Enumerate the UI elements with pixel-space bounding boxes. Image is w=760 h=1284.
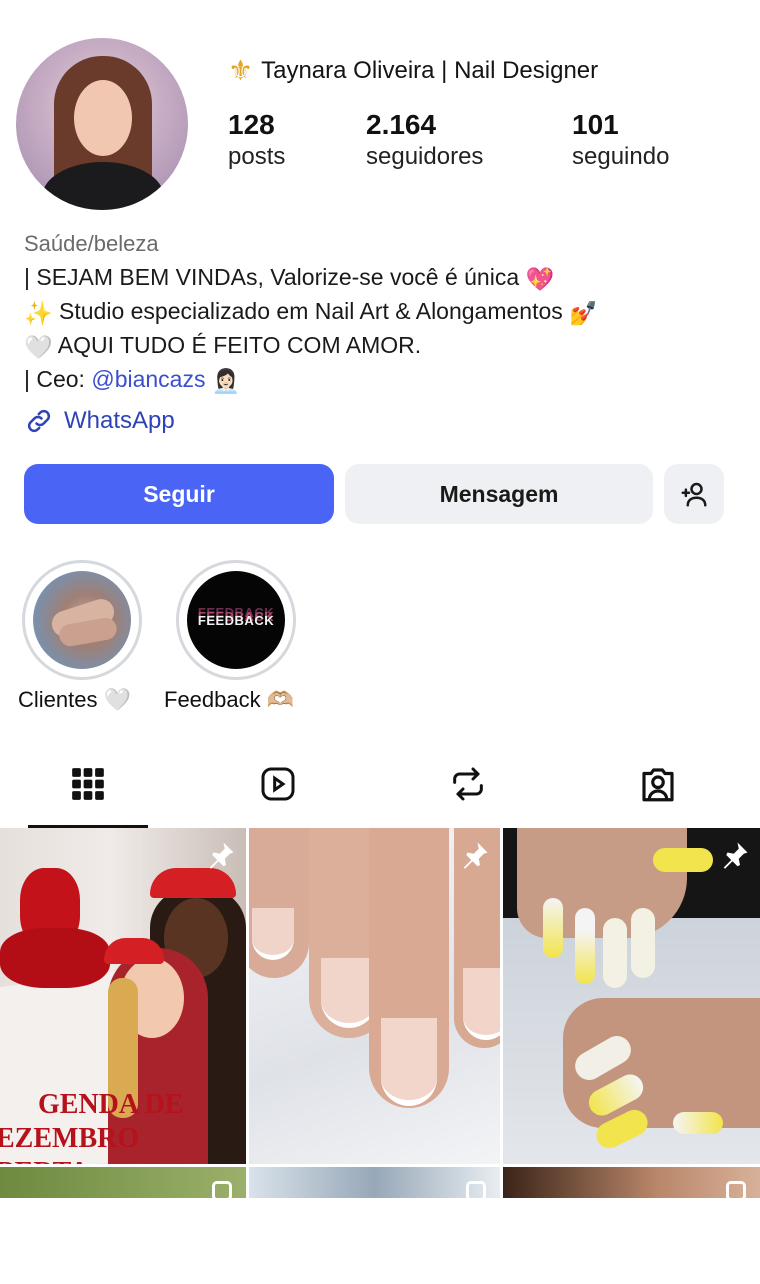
stat-posts-label: posts [228, 143, 286, 170]
pin-icon [723, 842, 748, 869]
post-3[interactable] [503, 828, 760, 1164]
stat-following-value: 101 [572, 109, 619, 140]
post-2[interactable] [249, 828, 500, 1164]
repost-icon [453, 767, 483, 801]
profile-name-row: ⚜ Taynara Oliveira | Nail Designer [228, 56, 598, 86]
profile-name: Taynara Oliveira | Nail Designer [261, 57, 599, 84]
highlight-feedback[interactable]: FEEDBACK [176, 560, 296, 680]
pin-icon [463, 842, 488, 869]
whatsapp-link-label: WhatsApp [64, 407, 175, 434]
post-6[interactable] [503, 1167, 760, 1198]
profile-category: Saúde/beleza [24, 231, 159, 256]
bio-line-4-prefix: | Ceo: [24, 366, 92, 392]
posts-grid: GENDA DE EZEMBRO BERTA [0, 828, 760, 1198]
bottom-blank-area [0, 1198, 760, 1284]
follow-button[interactable]: Seguir [24, 464, 334, 524]
suggest-users-button[interactable] [664, 464, 724, 524]
stat-posts[interactable]: 128 posts [228, 108, 285, 172]
bio-line-1: | SEJAM BEM VINDAs, Valorize-se você é ú… [24, 262, 554, 294]
post-5[interactable] [249, 1167, 500, 1198]
message-button[interactable]: Mensagem [345, 464, 653, 524]
sparkles-icon: ✨ [24, 299, 53, 326]
whatsapp-link[interactable]: WhatsApp [24, 406, 175, 436]
stat-followers-label: seguidores [366, 143, 484, 170]
bio-line-1-text: | SEJAM BEM VINDAs, Valorize-se você é ú… [24, 264, 520, 290]
reel-icon [726, 1181, 746, 1198]
white-heart-icon: 🤍 [24, 333, 53, 360]
stat-followers-value: 2.164 [366, 109, 437, 140]
add-user-icon [681, 482, 707, 507]
pin-icon [209, 842, 234, 869]
bio-line-2: ✨ Studio especializado em Nail Art & Alo… [24, 296, 598, 328]
stat-following[interactable]: 101 seguindo [572, 108, 669, 172]
profile-tabs [0, 748, 760, 828]
highlight-feedback-cover: FEEDBACK [187, 571, 285, 669]
businesswoman-icon: 👩🏻‍💼 [211, 367, 241, 394]
tab-tagged[interactable] [634, 760, 682, 808]
stat-posts-value: 128 [228, 109, 275, 140]
highlight-clientes[interactable] [22, 560, 142, 680]
nail-polish-icon: 💅 [569, 299, 598, 326]
sparkling-heart-icon: 💖 [525, 265, 555, 292]
tagged-icon [642, 768, 674, 802]
profile-avatar[interactable] [16, 38, 188, 210]
post-4[interactable] [0, 1167, 246, 1198]
tab-grid[interactable] [64, 760, 112, 808]
feedback-cover-text: FEEDBACK [197, 612, 275, 628]
ceo-mention-link[interactable]: @biancazs [91, 366, 205, 392]
bio-line-4: | Ceo: @biancazs 👩🏻‍💼 [24, 364, 241, 396]
post-1[interactable]: GENDA DE EZEMBRO BERTA [0, 828, 246, 1164]
stat-followers[interactable]: 2.164 seguidores [366, 108, 483, 172]
post-1-overlay-text: GENDA DE EZEMBRO BERTA [0, 1054, 183, 1164]
grid-icon [72, 768, 104, 800]
bio-line-2-text: Studio especializado em Nail Art & Along… [59, 298, 563, 324]
highlight-clientes-label: Clientes 🤍 [18, 687, 131, 712]
reels-icon [261, 767, 295, 801]
bio-line-3: 🤍 AQUI TUDO É FEITO COM AMOR. [24, 330, 421, 362]
link-icon [27, 409, 51, 433]
bio-line-3-text: AQUI TUDO É FEITO COM AMOR. [57, 332, 422, 358]
stat-following-label: seguindo [572, 143, 670, 170]
tab-reels[interactable] [254, 760, 302, 808]
reel-icon [212, 1181, 232, 1198]
fleur-de-lis-icon: ⚜ [228, 55, 254, 86]
highlight-feedback-label: Feedback 🫶🏼 [164, 687, 295, 712]
tab-reposts[interactable] [444, 760, 492, 808]
highlight-clientes-cover [33, 571, 131, 669]
reel-icon [466, 1181, 486, 1198]
